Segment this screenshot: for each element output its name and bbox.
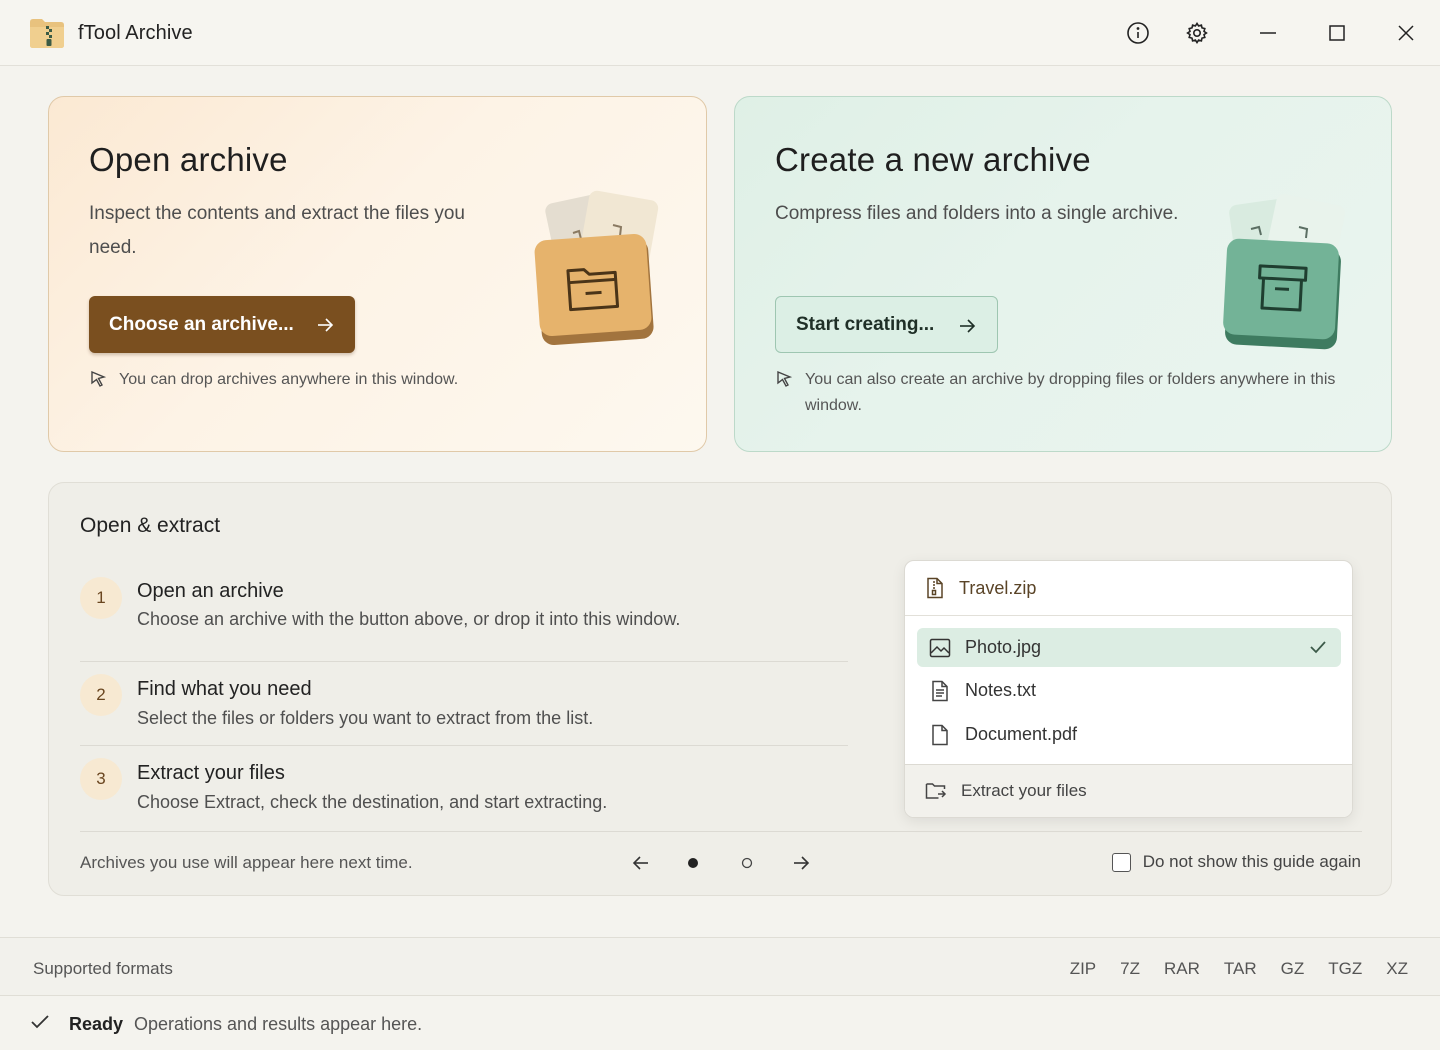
format-item: XZ	[1386, 959, 1408, 978]
start-creating-label: Start creating...	[796, 313, 935, 335]
create-archive-hint: You can also create an archive by droppi…	[775, 367, 1365, 419]
dont-show-guide-toggle[interactable]: Do not show this guide again	[1111, 852, 1361, 872]
guide-step: 1 Open an archive Choose an archive with…	[80, 577, 848, 661]
app-title: fTool Archive	[78, 22, 193, 44]
app-logo-icon	[30, 19, 64, 48]
format-item: 7Z	[1120, 959, 1140, 978]
minimize-button[interactable]	[1250, 16, 1286, 50]
supported-formats-bar: Supported formats ZIP 7Z RAR TAR GZ TGZ …	[0, 937, 1440, 996]
pointer-icon	[777, 370, 793, 387]
step-number: 1	[80, 577, 122, 619]
step-description: Choose an archive with the button above,…	[137, 609, 681, 629]
settings-button[interactable]	[1179, 16, 1215, 50]
status-message: Operations and results appear here.	[134, 1014, 423, 1034]
choose-archive-button[interactable]: Choose an archive...	[89, 296, 355, 353]
title-bar: fTool Archive	[0, 0, 1440, 66]
step-number: 2	[80, 674, 122, 716]
preview-archive-name: Travel.zip	[959, 577, 1037, 598]
gear-icon	[1186, 22, 1208, 44]
info-button[interactable]	[1120, 16, 1156, 50]
extract-files-action[interactable]: Extract your files	[905, 764, 1352, 817]
step-number: 3	[80, 758, 122, 800]
format-item: ZIP	[1069, 959, 1097, 978]
arrow-right-icon	[794, 856, 810, 870]
archive-box-illustration-icon	[1223, 194, 1346, 350]
close-icon	[1398, 25, 1414, 41]
status-label: Ready	[69, 1014, 124, 1034]
create-archive-description: Compress files and folders into a single…	[775, 203, 1179, 224]
open-archive-title: Open archive	[89, 141, 288, 178]
maximize-icon	[1329, 25, 1345, 41]
preview-file-row[interactable]: Photo.jpg	[917, 628, 1341, 667]
open-archive-hint: You can drop archives anywhere in this w…	[89, 367, 458, 397]
arrow-right-icon	[318, 318, 334, 332]
preview-archive-header: Travel.zip	[905, 561, 1352, 616]
maximize-button[interactable]	[1319, 16, 1355, 50]
guide-title: Open & extract	[80, 514, 221, 537]
page-dot-1[interactable]	[685, 849, 701, 877]
create-archive-hint-text: You can also create an archive by droppi…	[805, 371, 1336, 414]
dot-outline-icon	[741, 857, 753, 869]
format-list: ZIP 7Z RAR TAR GZ TGZ XZ	[1046, 959, 1408, 979]
status-bar: Ready Operations and results appear here…	[0, 996, 1440, 1050]
create-archive-card: Create a new archive Compress files and …	[734, 96, 1392, 452]
minimize-icon	[1260, 32, 1276, 34]
guide-step: 3 Extract your files Choose Extract, che…	[80, 745, 848, 829]
format-item: TGZ	[1328, 959, 1363, 978]
arrow-left-icon	[632, 856, 648, 870]
dont-show-checkbox[interactable]	[1111, 852, 1131, 872]
step-description: Choose Extract, check the destination, a…	[137, 792, 608, 812]
checkmark-icon	[1310, 641, 1326, 654]
recent-archives-note: Archives you use will appear here next t…	[80, 853, 413, 872]
preview-file-name: Notes.txt	[965, 680, 1037, 700]
page-dot-2[interactable]	[739, 849, 755, 877]
open-archive-card: Open archive Inspect the contents and ex…	[48, 96, 707, 452]
format-item: TAR	[1223, 959, 1257, 978]
previous-page-button[interactable]	[629, 849, 653, 877]
guide-pager	[629, 849, 829, 877]
format-item: GZ	[1280, 959, 1305, 978]
create-archive-title: Create a new archive	[775, 141, 1091, 178]
open-archive-description: Inspect the contents and extract the fil…	[89, 203, 466, 258]
extract-folder-icon	[925, 783, 947, 799]
text-file-icon	[932, 680, 948, 701]
dont-show-label: Do not show this guide again	[1142, 852, 1361, 871]
guide-panel: Open & extract 1 Open an archive Choose …	[48, 482, 1392, 896]
start-creating-button[interactable]: Start creating...	[775, 296, 998, 353]
zip-file-icon	[927, 577, 943, 599]
arrow-right-icon	[960, 319, 976, 333]
dot-filled-icon	[688, 858, 698, 868]
next-page-button[interactable]	[789, 849, 813, 877]
pointer-icon	[91, 370, 107, 387]
choose-archive-label: Choose an archive...	[109, 313, 294, 335]
archive-preview: Travel.zip Photo.jpg Notes.txt Document.…	[904, 560, 1353, 818]
format-item: RAR	[1164, 959, 1200, 978]
step-title: Extract your files	[137, 762, 285, 784]
supported-formats-label: Supported formats	[33, 959, 173, 978]
checkmark-icon	[31, 1015, 49, 1029]
info-icon	[1127, 22, 1149, 44]
preview-file-name: Photo.jpg	[965, 637, 1042, 657]
guide-divider	[80, 831, 1362, 832]
preview-file-row[interactable]: Notes.txt	[917, 671, 1341, 710]
open-folder-illustration-icon	[534, 190, 659, 345]
image-icon	[929, 638, 951, 657]
close-button[interactable]	[1388, 16, 1424, 50]
open-archive-hint-text: You can drop archives anywhere in this w…	[119, 371, 459, 388]
preview-file-name: Document.pdf	[965, 724, 1078, 744]
extract-files-label: Extract your files	[961, 781, 1087, 800]
guide-step: 2 Find what you need Select the files or…	[80, 661, 848, 745]
document-icon	[932, 724, 948, 745]
step-title: Open an archive	[137, 580, 284, 602]
preview-file-row[interactable]: Document.pdf	[917, 715, 1341, 754]
step-description: Select the files or folders you want to …	[137, 708, 594, 728]
step-title: Find what you need	[137, 678, 312, 700]
